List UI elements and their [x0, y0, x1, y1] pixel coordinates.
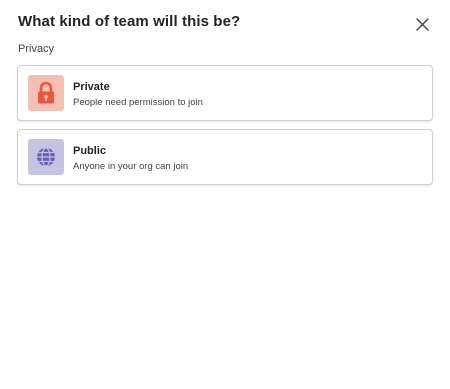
public-icon-box	[28, 139, 64, 175]
private-option-card[interactable]: Private People need permission to join	[17, 65, 433, 121]
privacy-label: Privacy	[18, 43, 55, 55]
close-button[interactable]	[412, 14, 432, 34]
private-option-title: Private	[73, 81, 110, 93]
private-option-description: People need permission to join	[73, 97, 203, 108]
dialog-title: What kind of team will this be?	[18, 13, 241, 30]
create-team-dialog: What kind of team will this be? Privacy …	[0, 0, 450, 389]
public-option-description: Anyone in your org can join	[73, 161, 189, 172]
close-icon	[415, 17, 429, 31]
lock-icon	[38, 81, 54, 104]
public-option-title: Public	[73, 145, 107, 157]
public-option-card[interactable]: Public Anyone in your org can join	[17, 129, 433, 185]
globe-icon	[37, 147, 55, 167]
private-icon-box	[28, 75, 64, 111]
